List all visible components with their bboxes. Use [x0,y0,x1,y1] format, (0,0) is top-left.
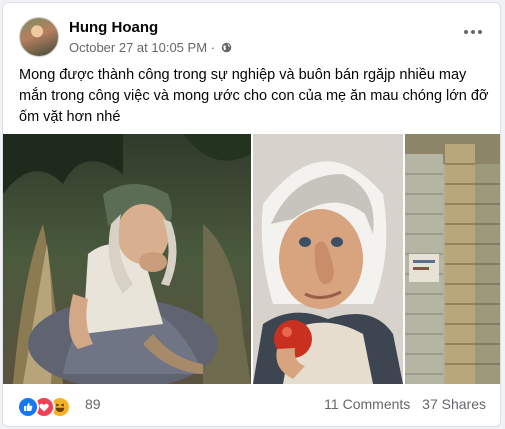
like-icon [17,396,39,418]
photo-money-stacks[interactable] [405,134,500,384]
globe-icon[interactable] [221,42,232,53]
meta-separator: · [210,40,215,56]
comments-count[interactable]: 11 Comments [324,396,410,412]
post-meta: October 27 at 10:05 PM · [69,39,232,55]
post-footer: 89 11 Comments 37 Shares [17,392,486,420]
timestamp[interactable]: October 27 at 10:05 PM [69,40,207,55]
photo-witch-sitting[interactable] [3,134,251,384]
photo-grid [3,134,500,384]
more-horizontal-icon[interactable] [460,23,486,41]
avatar[interactable] [19,17,59,57]
post-card: Hung Hoang October 27 at 10:05 PM · Mong… [2,2,501,427]
post-text: Mong được thành công trong sự nghiệp và … [19,67,489,125]
post-header: Hung Hoang October 27 at 10:05 PM · [17,15,486,59]
photo-witch-apple[interactable] [253,134,403,384]
author-name[interactable]: Hung Hoang [69,19,158,36]
shares-count[interactable]: 37 Shares [422,396,486,412]
reaction-count[interactable]: 89 [85,396,101,412]
engagement-stats: 11 Comments 37 Shares [316,396,486,412]
